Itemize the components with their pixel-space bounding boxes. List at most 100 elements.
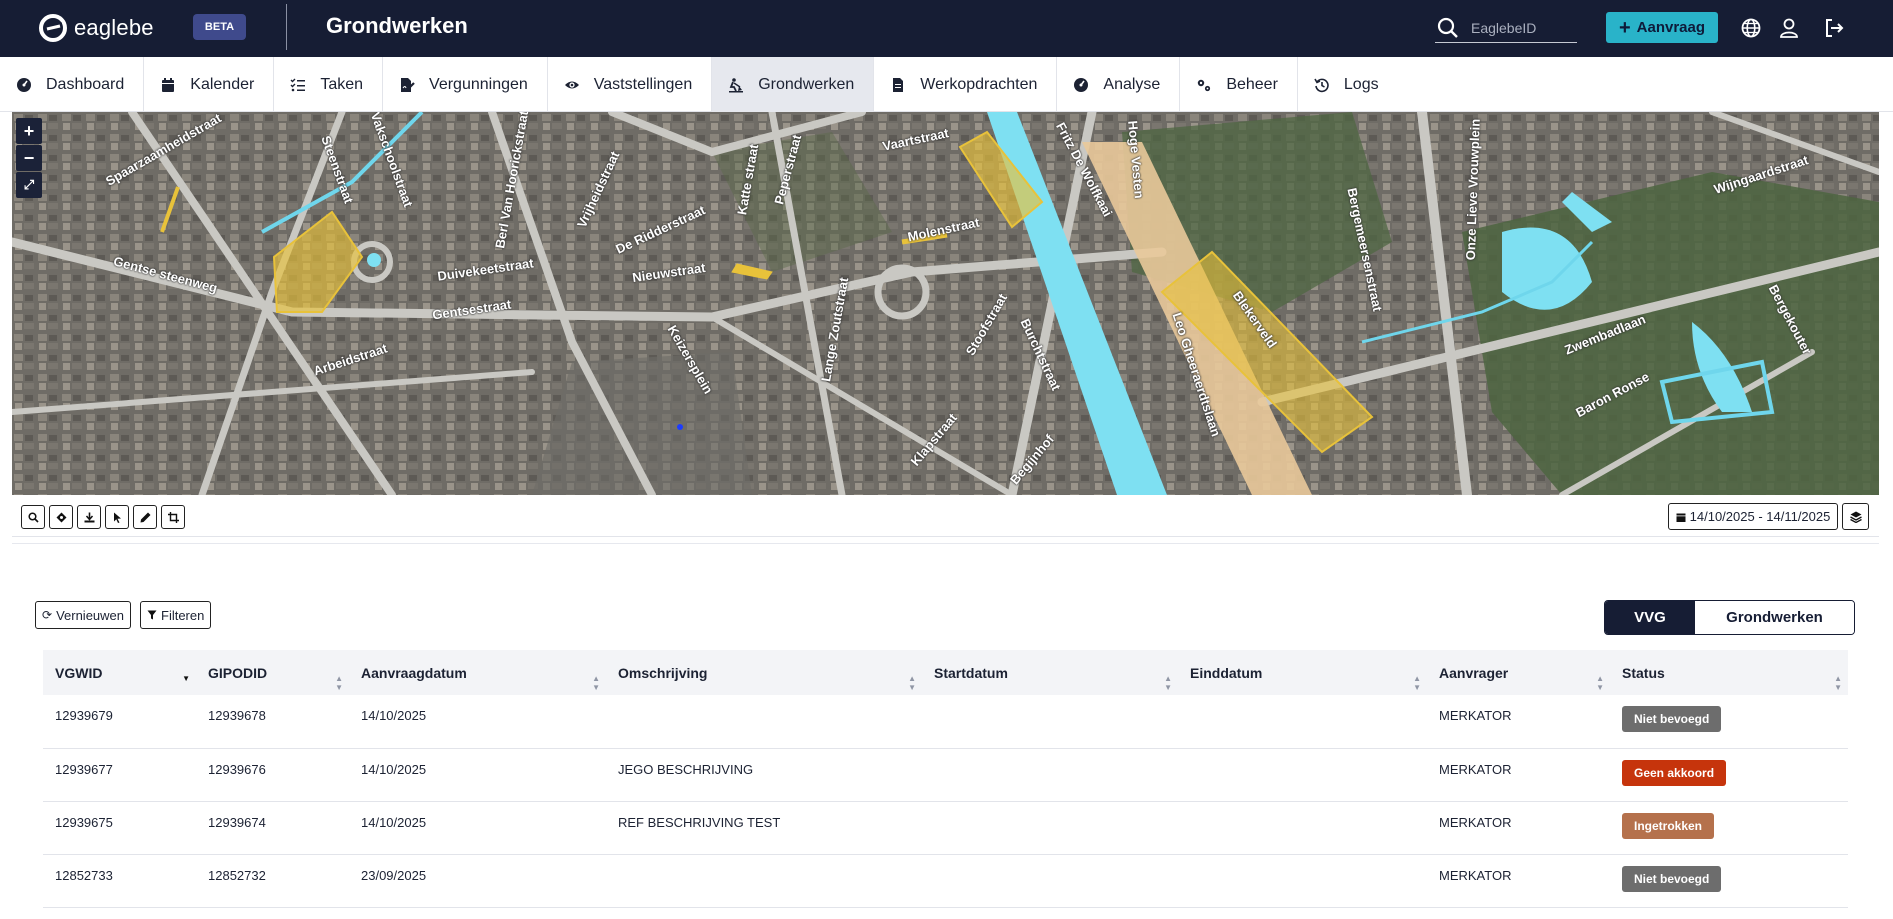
toggle-grondwerken[interactable]: Grondwerken: [1695, 601, 1854, 634]
logout-icon[interactable]: [1823, 17, 1845, 39]
cell-aanvraagdatum: 14/10/2025: [361, 814, 427, 830]
tasks-icon: [290, 78, 306, 91]
main-nav: Dashboard Kalender Taken Vergunningen Va…: [0, 57, 1893, 112]
nav-dashboard[interactable]: Dashboard: [0, 57, 145, 112]
cell-status: Niet bevoegd: [1610, 854, 1848, 907]
cell-aanvraagdatum: 23/09/2025: [361, 867, 427, 883]
crop-icon: [167, 511, 179, 523]
cell-einddatum: [1178, 801, 1427, 854]
cell-status: Niet bevoegd: [1610, 695, 1848, 748]
zoom-in-button[interactable]: +: [16, 118, 42, 144]
column-header-startdatum[interactable]: Startdatum ▲ ▼: [922, 650, 1178, 695]
zoom-out-button[interactable]: −: [16, 145, 42, 171]
table-row[interactable]: 12939679 12939678 14/10/2025 MERKATOR Niet b…: [43, 695, 1848, 748]
cell-aanvraagdatum: 14/10/2025: [361, 708, 427, 723]
cell-startdatum: [922, 854, 1178, 907]
nav-kalender-label: Kalender: [190, 75, 255, 93]
calendar-icon: [162, 77, 175, 92]
map-location-button[interactable]: [49, 505, 73, 529]
nav-beheer[interactable]: Beheer: [1180, 57, 1298, 112]
sort-icon: ▲ ▼: [1596, 674, 1604, 692]
eaglebe-logo[interactable]: eaglebe: [38, 13, 154, 43]
status-badge: Niet bevoegd: [1622, 865, 1722, 892]
cell-omschrijving: JEGO BESCHRIJVING: [618, 761, 754, 777]
sort-desc-icon: ▼: [182, 674, 190, 683]
fullscreen-button[interactable]: ⤢: [16, 172, 42, 198]
nav-analyse[interactable]: Analyse: [1057, 57, 1181, 112]
user-icon[interactable]: [1778, 17, 1800, 39]
cell-aanvraagdatum: 14/10/2025: [361, 761, 427, 777]
map-draw-button[interactable]: [133, 505, 157, 529]
aerial-map[interactable]: [12, 112, 1879, 495]
column-header-gipodid[interactable]: GIPODID ▲ ▼: [196, 650, 349, 695]
cell-gipodid: 12939678: [208, 708, 266, 723]
refresh-icon: ⟳: [42, 608, 53, 622]
aanvraag-button[interactable]: + Aanvraag: [1606, 12, 1718, 43]
table-row[interactable]: 12939677 12939676 14/10/2025 JEGO BESCHRIJV…: [43, 748, 1848, 801]
sort-icon: ▲ ▼: [1413, 674, 1421, 692]
nav-beheer-label: Beheer: [1226, 75, 1278, 93]
cell-vgwid: 12939677: [55, 761, 113, 777]
map-download-button[interactable]: [77, 505, 101, 529]
column-header-vgwid[interactable]: VGWID ▼: [43, 650, 196, 695]
nav-werkopdrachten[interactable]: Werkopdrachten: [874, 57, 1058, 112]
map-search-button[interactable]: [21, 505, 45, 529]
filter-icon: [147, 610, 157, 620]
status-badge: Geen akkoord: [1622, 759, 1727, 786]
logo-text: eaglebe: [74, 15, 154, 40]
map-view[interactable]: Spaarzaamheidstraat Steenstraat Vakschoo…: [12, 112, 1879, 495]
table-row[interactable]: 12852733 12852732 23/09/2025 MERKATOR Niet b…: [43, 854, 1848, 907]
pencil-icon: [140, 512, 150, 522]
map-select-button[interactable]: [105, 505, 129, 529]
cell-aanvrager: MERKATOR: [1439, 761, 1512, 777]
map-area-button[interactable]: [161, 505, 185, 529]
filter-label: Filteren: [161, 607, 205, 623]
results-table: VGWID ▼ GIPODID ▲ ▼ Aanvraagdatum ▲ ▼ Omschri…: [43, 650, 1848, 908]
globe-icon[interactable]: [1740, 17, 1762, 39]
nav-logs-label: Logs: [1343, 75, 1379, 93]
cell-vgwid: 12939679: [55, 708, 113, 723]
cell-einddatum: [1178, 748, 1427, 801]
aanvraag-label: Aanvraag: [1636, 19, 1706, 36]
date-range-button[interactable]: 14/10/2025 - 14/11/2025: [1668, 503, 1838, 530]
download-icon: [84, 512, 94, 522]
cell-aanvrager: MERKATOR: [1439, 708, 1512, 723]
nav-grondwerken[interactable]: Grondwerken: [712, 57, 875, 112]
nav-kalender[interactable]: Kalender: [144, 57, 275, 112]
cell-einddatum: [1178, 854, 1427, 907]
plus-icon: +: [1618, 16, 1631, 39]
refresh-button[interactable]: ⟳ Vernieuwen: [35, 601, 132, 629]
nav-vergunningen[interactable]: Vergunningen: [383, 57, 548, 112]
beta-badge: BETA: [193, 14, 246, 40]
column-header-einddatum[interactable]: Einddatum ▲ ▼: [1178, 650, 1427, 695]
nav-werkopdrachten-label: Werkopdrachten: [920, 75, 1038, 93]
layers-button[interactable]: [1842, 503, 1869, 530]
cell-aanvrager: MERKATOR: [1439, 867, 1512, 883]
cell-vgwid: 12939675: [55, 814, 113, 830]
cell-startdatum: [922, 801, 1178, 854]
page-title: Grondwerken: [326, 13, 468, 38]
toggle-vvg[interactable]: VVG: [1605, 601, 1695, 634]
search-icon: [27, 511, 39, 523]
column-header-aanvraagdatum[interactable]: Aanvraagdatum ▲ ▼: [349, 650, 606, 695]
map-toolbar: 14/10/2025 - 14/11/2025: [12, 495, 1879, 537]
calendar-icon: [1676, 513, 1686, 522]
status-badge: Ingetrokken: [1622, 812, 1715, 839]
eye-icon: [564, 81, 579, 88]
column-header-omschrijving[interactable]: Omschrijving ▲ ▼: [606, 650, 922, 695]
nav-logs[interactable]: Logs: [1298, 57, 1398, 112]
search-input[interactable]: [1471, 19, 1571, 36]
column-header-aanvrager[interactable]: Aanvrager ▲ ▼: [1427, 650, 1610, 695]
search-icon[interactable]: [1437, 17, 1459, 39]
history-icon: [1314, 78, 1329, 92]
top-bar: eaglebe BETA Grondwerken + Aanvraag: [0, 0, 1893, 57]
nav-vaststellingen-label: Vaststellingen: [593, 75, 693, 93]
table-row[interactable]: 12939675 12939674 14/10/2025 REF BESCHRIJVI…: [43, 801, 1848, 854]
date-range-label: 14/10/2025 - 14/11/2025: [1689, 509, 1831, 524]
sort-icon: ▲ ▼: [908, 674, 916, 692]
filter-button[interactable]: Filteren: [140, 601, 212, 629]
crosshair-icon: [56, 512, 66, 522]
nav-taken[interactable]: Taken: [274, 57, 384, 112]
column-header-status[interactable]: Status ▲ ▼: [1610, 650, 1848, 695]
nav-vaststellingen[interactable]: Vaststellingen: [548, 57, 713, 112]
